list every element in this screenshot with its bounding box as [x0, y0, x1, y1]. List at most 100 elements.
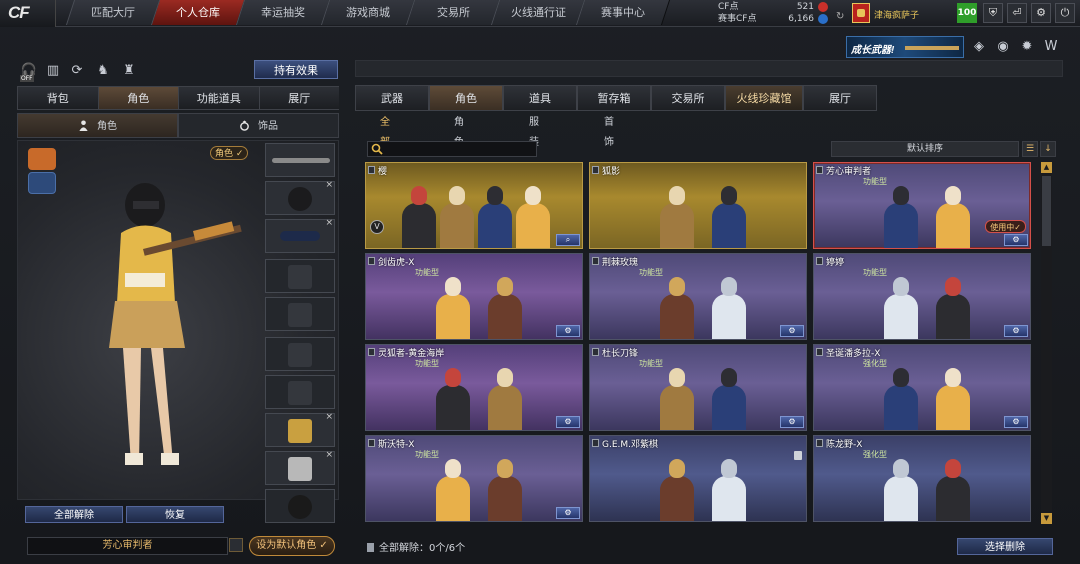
- visibility-icon[interactable]: ♞: [94, 62, 112, 80]
- character-name-field[interactable]: 芳心审判者: [27, 537, 228, 555]
- item-card[interactable]: 陈龙野-X 强化型: [813, 435, 1031, 522]
- item-card[interactable]: 婷婷 功能型 ⚙: [813, 253, 1031, 340]
- settings-button[interactable]: ⚙: [780, 325, 804, 337]
- unequip-all-button[interactable]: 全部解除: [25, 506, 123, 523]
- item-card[interactable]: 圣诞潘多拉-X 强化型 ⚙: [813, 344, 1031, 431]
- armor-slot[interactable]: [265, 297, 335, 331]
- remove-icon[interactable]: ×: [325, 218, 333, 228]
- shield-icon[interactable]: ⛨: [983, 3, 1003, 23]
- settings-button[interactable]: ⚙: [556, 416, 580, 428]
- stats-icon[interactable]: ▥: [44, 62, 62, 80]
- filter-2[interactable]: 服装: [529, 113, 539, 148]
- character-figure: [488, 459, 522, 521]
- sort-order-icon[interactable]: ↓: [1040, 141, 1056, 157]
- nav-tab-5[interactable]: 火线通行证: [490, 0, 586, 25]
- item-name: 斯沃特-X: [378, 440, 415, 450]
- username[interactable]: 津海疯萨子: [874, 8, 919, 21]
- right-tab-0[interactable]: 武器: [355, 85, 429, 111]
- app-window: CF 匹配大厅 个人仓库 幸运抽奖 游戏商城 交易所 火线通行证 赛事中心 CF点 521 赛…: [0, 0, 1080, 564]
- helmet-slot[interactable]: ×: [265, 180, 335, 215]
- globe-icon[interactable]: ◉: [994, 38, 1012, 56]
- item-card[interactable]: 灵狐者-黄金海岸 功能型 ⚙: [365, 344, 583, 431]
- item-card[interactable]: 斯沃特-X 功能型 ⚙: [365, 435, 583, 522]
- inspect-button[interactable]: ⌕: [556, 234, 580, 246]
- search-input[interactable]: [367, 141, 537, 157]
- settings-button[interactable]: ⚙: [1004, 416, 1028, 428]
- remove-icon[interactable]: ×: [325, 450, 333, 460]
- item-card[interactable]: G.E.M.邓紫棋: [589, 435, 807, 522]
- nav-tab-1[interactable]: 个人仓库: [150, 0, 246, 25]
- settings-button[interactable]: ⚙: [780, 416, 804, 428]
- left-tab-3[interactable]: 展厅: [258, 86, 339, 110]
- pack-slot[interactable]: [265, 337, 335, 371]
- scroll-down-icon[interactable]: ▼: [1041, 513, 1052, 524]
- grid-scrollbar[interactable]: ▲ ▼: [1041, 162, 1052, 524]
- settings-button[interactable]: ⚙: [556, 325, 580, 337]
- nav-tab-4[interactable]: 交易所: [405, 0, 501, 25]
- clan-badge-icon[interactable]: [852, 3, 870, 23]
- nav-tab-3[interactable]: 游戏商城: [320, 0, 416, 25]
- settings-button[interactable]: ⚙: [1004, 234, 1028, 246]
- lock-icon: [592, 348, 599, 356]
- right-tab-3[interactable]: 暂存箱: [577, 85, 651, 111]
- goggles-slot[interactable]: ×: [265, 218, 335, 253]
- filter-1[interactable]: 角色: [454, 113, 464, 148]
- filter-3[interactable]: 首饰: [604, 113, 614, 148]
- holding-effects-button[interactable]: 持有效果: [254, 60, 338, 79]
- back-icon[interactable]: ⏎: [1007, 3, 1027, 23]
- bracelet-slot[interactable]: [265, 489, 335, 523]
- scroll-up-icon[interactable]: ▲: [1041, 162, 1052, 173]
- goggles-icon: [280, 231, 320, 241]
- growth-weapon-banner[interactable]: 成长武器!: [846, 36, 964, 58]
- left-tab-1[interactable]: 角色: [97, 86, 178, 110]
- scroll-thumb[interactable]: [1042, 176, 1051, 246]
- refresh-icon[interactable]: ↻: [836, 11, 844, 22]
- restore-button[interactable]: 恢复: [126, 506, 224, 523]
- left-tab-0[interactable]: 背包: [17, 86, 98, 110]
- left-tab-2[interactable]: 功能道具: [178, 86, 259, 110]
- rifle-slot[interactable]: [265, 143, 335, 177]
- sort-dropdown[interactable]: 默认排序: [831, 141, 1019, 157]
- character-figure: [402, 186, 436, 248]
- set-default-role-button[interactable]: 设为默认角色 ✓: [249, 536, 335, 556]
- nav-tab-6[interactable]: 赛事中心: [575, 0, 671, 25]
- remove-icon[interactable]: ×: [325, 180, 333, 190]
- settings-button[interactable]: ⚙: [556, 507, 580, 519]
- bag-icon[interactable]: ♜: [120, 62, 138, 80]
- right-tab-1[interactable]: 角色: [429, 85, 503, 111]
- nav-tab-2[interactable]: 幸运抽奖: [235, 0, 331, 25]
- sort-list-icon[interactable]: ☰: [1022, 141, 1038, 157]
- fox-emblem-button[interactable]: [28, 148, 56, 170]
- rotate-icon[interactable]: ⟳: [68, 62, 86, 80]
- right-tab-5[interactable]: 火线珍藏馆: [725, 85, 803, 111]
- power-icon[interactable]: ⏻: [1055, 3, 1075, 23]
- w-emblem-icon[interactable]: W: [1042, 38, 1060, 56]
- belt-slot[interactable]: [265, 375, 335, 409]
- filter-0[interactable]: 全部: [380, 113, 390, 148]
- vest-slot[interactable]: [265, 259, 335, 293]
- silver-knife-slot[interactable]: ×: [265, 450, 335, 485]
- item-card[interactable]: 剑齿虎-X 功能型 ⚙: [365, 253, 583, 340]
- right-tab-6[interactable]: 展厅: [803, 85, 877, 111]
- right-tab-2[interactable]: 道具: [503, 85, 577, 111]
- select-delete-button[interactable]: 选择删除: [957, 538, 1053, 555]
- gear-emblem-icon[interactable]: ✹: [1018, 38, 1036, 56]
- right-tab-4[interactable]: 交易所: [651, 85, 725, 111]
- settings-icon[interactable]: ⚙: [1031, 3, 1051, 23]
- rifle-icon: [272, 158, 330, 163]
- item-card[interactable]: 芳心审判者 功能型 使用中✓ ⚙: [813, 162, 1031, 249]
- list-icon[interactable]: [229, 538, 243, 552]
- v-emblem-icon[interactable]: ◈: [970, 38, 988, 56]
- nav-tab-0[interactable]: 匹配大厅: [65, 0, 161, 25]
- lock-icon: [368, 257, 375, 265]
- item-card[interactable]: 樱 V ⌕: [365, 162, 583, 249]
- item-card[interactable]: 狐影: [589, 162, 807, 249]
- alt-emblem-button[interactable]: [28, 172, 56, 194]
- subtab-accessory[interactable]: 饰品: [178, 113, 339, 138]
- item-card[interactable]: 荆棘玫瑰 功能型 ⚙: [589, 253, 807, 340]
- subtab-character[interactable]: 角色: [17, 113, 178, 138]
- remove-icon[interactable]: ×: [325, 412, 333, 422]
- item-card[interactable]: 杜长刀锋 功能型 ⚙: [589, 344, 807, 431]
- settings-button[interactable]: ⚙: [1004, 325, 1028, 337]
- gold-knife-slot[interactable]: ×: [265, 412, 335, 447]
